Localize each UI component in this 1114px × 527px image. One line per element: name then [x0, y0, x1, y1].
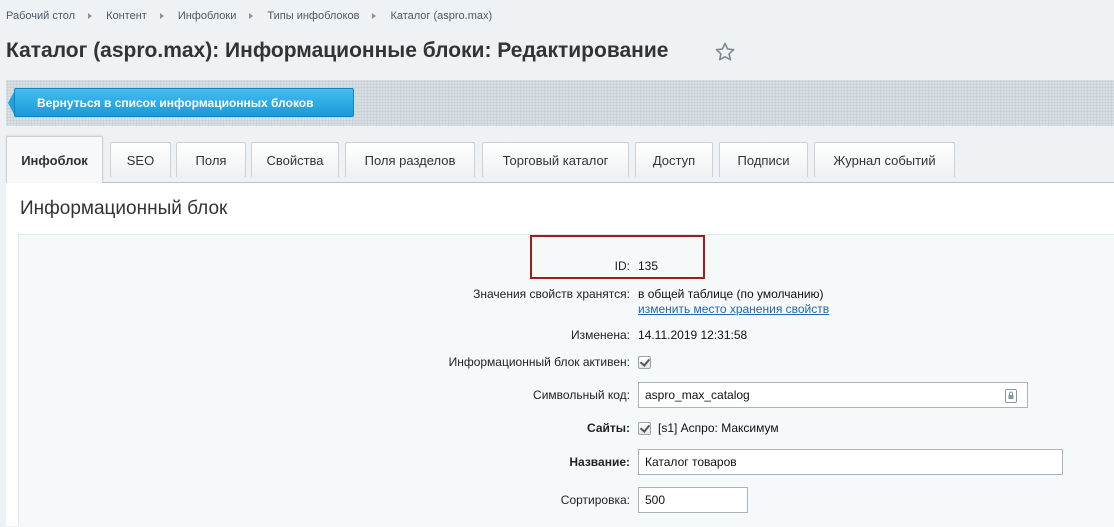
tab-trade-catalog[interactable]: Торговый каталог	[482, 142, 629, 177]
breadcrumb-item-content[interactable]: Контент	[106, 10, 147, 22]
sort-label: Сортировка:	[560, 493, 630, 507]
sort-input[interactable]	[638, 487, 748, 513]
storage-value: в общей таблице (по умолчанию)	[638, 287, 824, 301]
breadcrumb-separator-icon	[88, 13, 93, 19]
site-s1-checkbox[interactable]	[638, 422, 651, 435]
storage-label: Значения свойств хранятся:	[473, 287, 630, 301]
breadcrumb-item-iblock-types[interactable]: Типы инфоблоков	[267, 10, 359, 22]
site-s1-label: [s1] Аспро: Максимум	[658, 421, 779, 435]
id-highlight-box	[530, 235, 705, 279]
sites-label: Сайты:	[587, 421, 630, 435]
back-to-list-button[interactable]: Вернуться в список информационных блоков	[14, 88, 354, 117]
breadcrumb: Рабочий стол Контент Инфоблоки Типы инфо…	[6, 9, 492, 23]
tab-event-log[interactable]: Журнал событий	[814, 142, 955, 177]
tab-access[interactable]: Доступ	[635, 142, 713, 177]
name-label: Название:	[569, 455, 630, 469]
modified-value: 14.11.2019 12:31:58	[638, 328, 748, 342]
modified-label: Изменена:	[571, 328, 630, 342]
star-outline-icon[interactable]	[713, 40, 737, 64]
breadcrumb-item-catalog[interactable]: Каталог (aspro.max)	[390, 10, 492, 22]
tab-captions[interactable]: Подписи	[719, 142, 808, 177]
breadcrumb-separator-icon	[249, 13, 254, 19]
breadcrumb-item-desktop[interactable]: Рабочий стол	[6, 10, 75, 22]
tab-seo[interactable]: SEO	[110, 142, 171, 177]
page-title: Каталог (aspro.max): Информационные блок…	[6, 39, 669, 62]
active-checkbox[interactable]	[638, 356, 651, 369]
code-input[interactable]	[638, 382, 1028, 408]
name-input[interactable]	[638, 449, 1063, 475]
tab-bar: Инфоблок SEO Поля Свойства Поля разделов…	[6, 136, 1114, 183]
tab-section-fields[interactable]: Поля разделов	[345, 142, 475, 177]
tab-iblock[interactable]: Инфоблок	[6, 136, 103, 183]
section-title: Информационный блок	[20, 198, 228, 219]
code-label: Символьный код:	[533, 388, 630, 402]
lock-icon[interactable]	[1004, 388, 1018, 404]
change-storage-link[interactable]: изменить место хранения свойств	[638, 302, 829, 316]
tab-properties[interactable]: Свойства	[251, 142, 339, 177]
active-label: Информационный блок активен:	[448, 355, 630, 369]
breadcrumb-item-iblocks[interactable]: Инфоблоки	[178, 10, 237, 22]
tab-fields[interactable]: Поля	[176, 142, 246, 177]
breadcrumb-separator-icon	[159, 13, 164, 19]
breadcrumb-separator-icon	[372, 13, 377, 19]
